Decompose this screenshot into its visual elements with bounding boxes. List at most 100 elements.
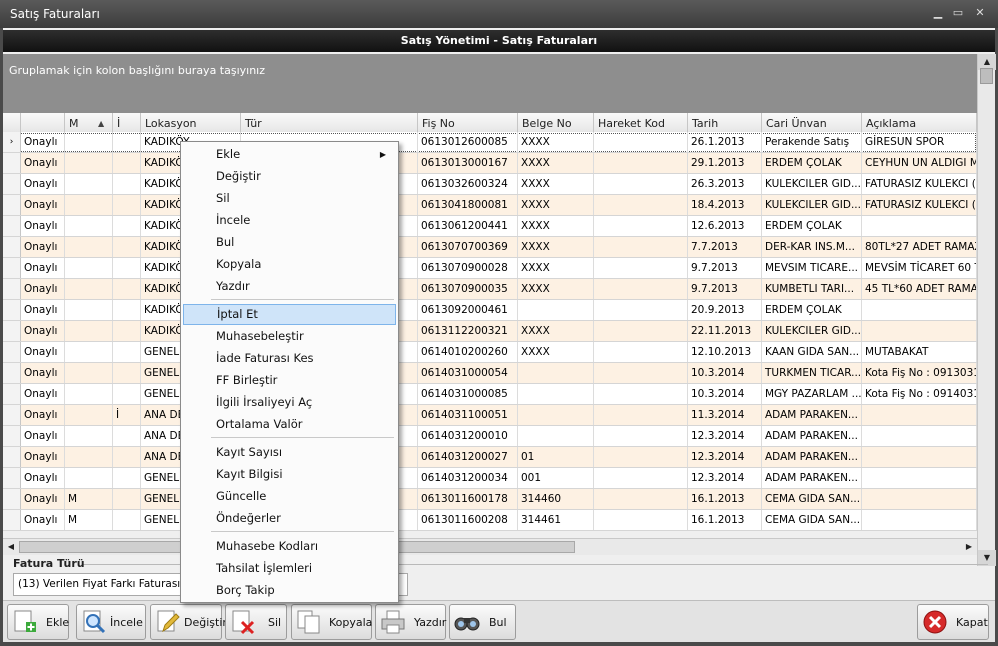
cell-fisno[interactable]: 0614031000085 [418,384,518,404]
cell-hareketkod[interactable] [594,489,688,509]
cell-cariunvan[interactable]: KUMBETLI TARI... [762,279,862,299]
cell-m[interactable]: M [65,489,113,509]
table-row[interactable]: Onaylı KADIKÖ 0613013000167 XXXX 29.1.2013 ER… [3,153,977,174]
horizontal-scrollbar[interactable]: ◀ ▶ [3,538,977,555]
context-menu-item[interactable]: Bul [183,232,396,253]
cell-hareketkod[interactable] [594,447,688,467]
cell-tarih[interactable]: 11.3.2014 [688,405,762,425]
cell-tarih[interactable]: 29.1.2013 [688,153,762,173]
cell-cariunvan[interactable]: Perakende Satış [762,132,862,152]
cell-durum[interactable]: Onaylı [21,216,65,236]
cell-cariunvan[interactable]: ERDEM ÇOLAK [762,300,862,320]
cell-durum[interactable]: Onaylı [21,468,65,488]
cell-i[interactable]: İ [113,405,141,425]
context-menu-item[interactable]: Muhasebeleştir [183,326,396,347]
table-row[interactable]: Onaylı KADIKÖ 0613092000461 20.9.2013 ERDEM … [3,300,977,321]
cell-belgeno[interactable] [518,426,594,446]
cell-fisno[interactable]: 0613013000167 [418,153,518,173]
cell-fisno[interactable]: 0613070900028 [418,258,518,278]
cell-i[interactable] [113,132,141,152]
cell-m[interactable] [65,426,113,446]
table-row[interactable]: Onaylı KADIKÖ 0613041800081 XXXX 18.4.2013 KU… [3,195,977,216]
table-row[interactable]: Onaylı KADIKÖ 0613112200321 XXXX 22.11.2013 K… [3,321,977,342]
context-menu-item[interactable]: Borç Takip [183,580,396,601]
cell-aciklama[interactable]: 80TL*27 ADET RAMAZA [862,237,977,257]
table-row[interactable]: OnaylıANA DEası061403120001012.3.2014ADA… [3,426,977,447]
cell-i[interactable] [113,384,141,404]
cell-tarih[interactable]: 10.3.2014 [688,384,762,404]
cell-belgeno[interactable]: XXXX [518,132,594,152]
cell-fisno[interactable]: 0613061200441 [418,216,518,236]
cell-hareketkod[interactable] [594,258,688,278]
cell-hareketkod[interactable] [594,510,688,530]
context-menu-item[interactable]: Kopyala [183,254,396,275]
cell-aciklama[interactable]: Kota Fiş No : 091303120 [862,363,977,383]
table-row[interactable]: Onaylı GENEL M 0614010200260 XXXX 12.10.2013… [3,342,977,363]
cell-i[interactable] [113,321,141,341]
row-indicator[interactable] [3,489,21,509]
cell-hareketkod[interactable] [594,195,688,215]
context-menu-item[interactable]: FF Birleştir [183,370,396,391]
cell-aciklama[interactable]: GİRESUN SPOR [862,132,977,152]
cell-tarih[interactable]: 16.1.2013 [688,510,762,530]
cell-tarih[interactable]: 12.3.2014 [688,447,762,467]
cell-durum[interactable]: Onaylı [21,237,65,257]
cell-hareketkod[interactable] [594,300,688,320]
vertical-scrollbar[interactable]: ▲ ▼ [977,54,996,566]
table-row[interactable]: Onaylı M GENEL M 0613011600208 314461 16.1.20… [3,510,977,531]
cell-belgeno[interactable]: XXXX [518,153,594,173]
cell-belgeno[interactable] [518,363,594,383]
cell-tarih[interactable]: 22.11.2013 [688,321,762,341]
cell-tarih[interactable]: 12.3.2014 [688,426,762,446]
context-menu-item[interactable]: Ortalama Valör [183,414,396,435]
cell-i[interactable] [113,342,141,362]
row-indicator[interactable] [3,468,21,488]
cell-fisno[interactable]: 0613070900035 [418,279,518,299]
cell-belgeno[interactable]: XXXX [518,342,594,362]
cell-durum[interactable]: Onaylı [21,363,65,383]
cell-m[interactable] [65,300,113,320]
scroll-right-icon[interactable]: ▶ [961,539,977,555]
cell-hareketkod[interactable] [594,132,688,152]
cell-aciklama[interactable] [862,216,977,236]
cell-tarih[interactable]: 7.7.2013 [688,237,762,257]
maximize-icon[interactable]: ▭ [951,6,965,20]
current-row-indicator-icon[interactable]: › [3,132,21,152]
cell-belgeno[interactable]: XXXX [518,216,594,236]
cell-aciklama[interactable] [862,321,977,341]
vertical-scroll-thumb[interactable] [980,68,993,84]
cell-tarih[interactable]: 26.3.2013 [688,174,762,194]
cell-durum[interactable]: Onaylı [21,405,65,425]
row-indicator[interactable] [3,510,21,530]
cell-fisno[interactable]: 0613011600208 [418,510,518,530]
cell-belgeno[interactable] [518,405,594,425]
table-row[interactable]: Onaylı KADIKÖ 0613070900028 XXXX 9.7.2013 MEV… [3,258,977,279]
cell-fisno[interactable]: 0613012600085 [418,132,518,152]
cell-durum[interactable]: Onaylı [21,195,65,215]
cell-tarih[interactable]: 26.1.2013 [688,132,762,152]
cell-i[interactable] [113,216,141,236]
cell-m[interactable] [65,447,113,467]
cell-belgeno[interactable] [518,384,594,404]
cell-durum[interactable]: Onaylı [21,447,65,467]
cell-m[interactable] [65,258,113,278]
cell-durum[interactable]: Onaylı [21,153,65,173]
cell-i[interactable] [113,300,141,320]
cell-belgeno[interactable]: XXXX [518,195,594,215]
context-menu-item[interactable]: Kayıt Sayısı [183,442,396,463]
cell-tarih[interactable]: 12.6.2013 [688,216,762,236]
cell-m[interactable] [65,405,113,425]
sil-button[interactable]: Sil [225,604,287,640]
cell-durum[interactable]: Onaylı [21,342,65,362]
cell-m[interactable] [65,216,113,236]
cell-belgeno[interactable]: 01 [518,447,594,467]
degistir-button[interactable]: Değiştir [150,604,227,640]
close-window-icon[interactable]: ✕ [973,6,987,20]
cell-m[interactable] [65,279,113,299]
cell-fisno[interactable]: 0613092000461 [418,300,518,320]
cell-aciklama[interactable] [862,468,977,488]
cell-m[interactable]: M [65,510,113,530]
cell-fisno[interactable]: 0614010200260 [418,342,518,362]
cell-cariunvan[interactable]: KULEKCILER GID... [762,195,862,215]
cell-durum[interactable]: Onaylı [21,489,65,509]
